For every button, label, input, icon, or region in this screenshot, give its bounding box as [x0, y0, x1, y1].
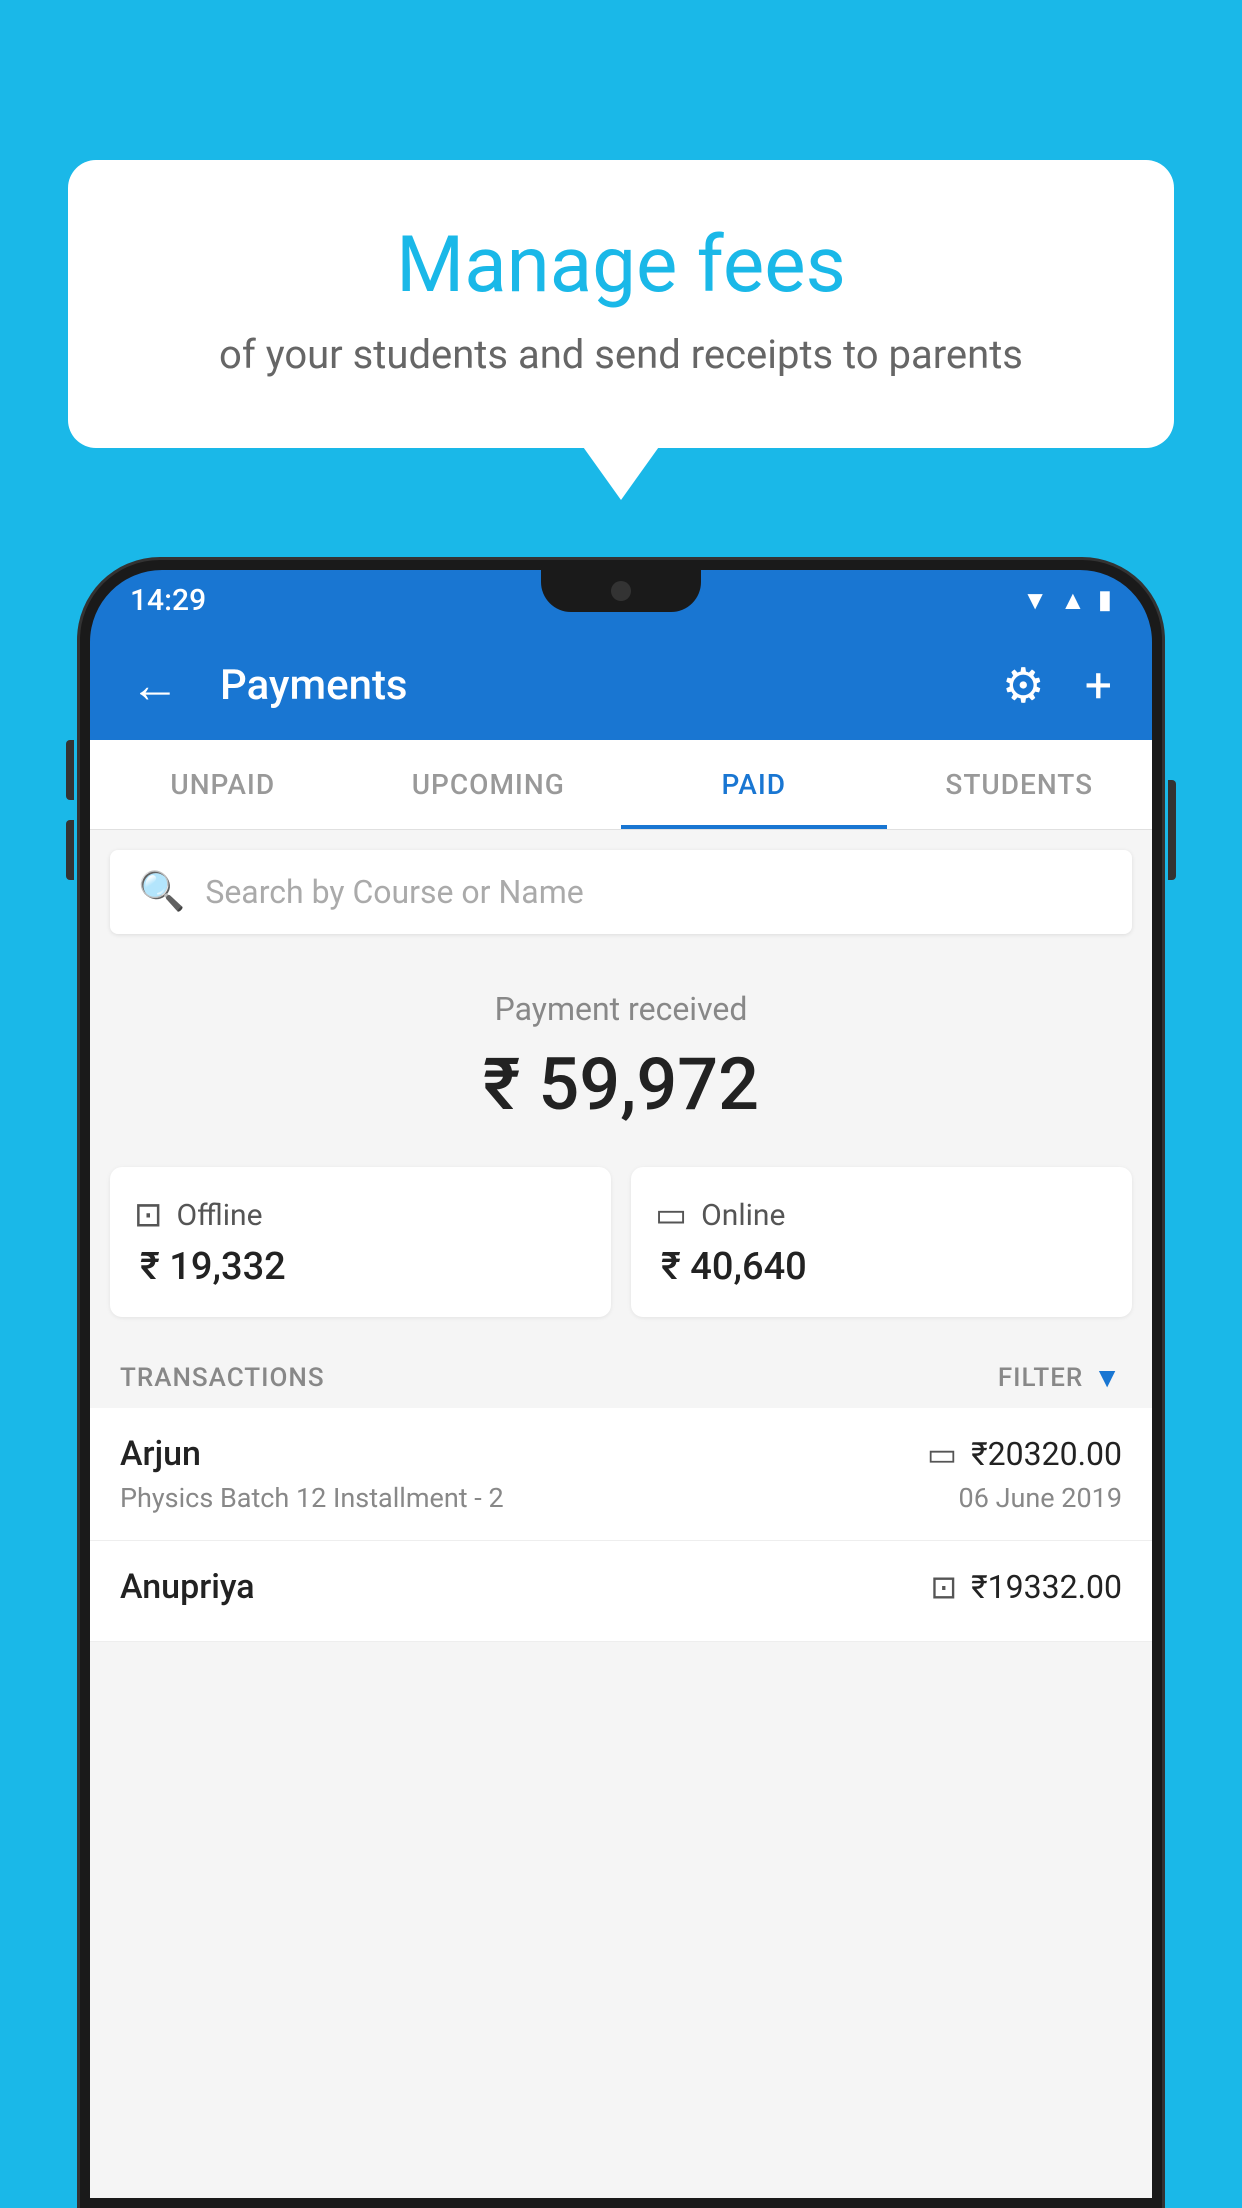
- app-bar-actions: ⚙ +: [992, 647, 1122, 724]
- search-placeholder: Search by Course or Name: [205, 873, 583, 911]
- online-card-header: ▭ Online: [655, 1195, 1108, 1235]
- front-camera: [611, 581, 631, 601]
- online-amount: ₹ 40,640: [655, 1245, 1108, 1289]
- bubble-title: Manage fees: [118, 220, 1124, 311]
- cash-payment-icon: ⊡: [930, 1568, 957, 1606]
- app-bar-title: Payments: [220, 661, 962, 710]
- tab-upcoming[interactable]: UPCOMING: [356, 740, 622, 829]
- settings-button[interactable]: ⚙: [992, 647, 1055, 724]
- power-button: [1168, 780, 1176, 880]
- filter-button[interactable]: FILTER ▼: [998, 1361, 1122, 1394]
- phone-frame: 14:29 ▼ ▲ ▮ ← Payments ⚙ + UNPAID UPCOMI…: [80, 560, 1162, 2208]
- transaction-bottom: Physics Batch 12 Installment - 2 06 June…: [120, 1482, 1122, 1514]
- payment-cards: ⊡ Offline ₹ 19,332 ▭ Online ₹ 40,640: [90, 1147, 1152, 1337]
- transaction-name: Arjun: [120, 1434, 201, 1474]
- phone-notch: [541, 570, 701, 612]
- back-button[interactable]: ←: [120, 646, 190, 725]
- offline-icon: ⊡: [134, 1195, 163, 1235]
- transaction-amount: ₹19332.00: [971, 1568, 1122, 1606]
- card-payment-icon: ▭: [927, 1435, 957, 1473]
- screen-content: 🔍 Search by Course or Name Payment recei…: [90, 830, 1152, 2198]
- online-card: ▭ Online ₹ 40,640: [631, 1167, 1132, 1317]
- offline-amount: ₹ 19,332: [134, 1245, 587, 1289]
- tab-paid[interactable]: PAID: [621, 740, 887, 829]
- online-icon: ▭: [655, 1195, 687, 1235]
- search-icon: 🔍: [138, 870, 185, 914]
- transaction-amount-wrap: ⊡ ₹19332.00: [930, 1568, 1122, 1606]
- volume-up-button: [66, 740, 74, 800]
- payment-amount: ₹ 59,972: [110, 1042, 1132, 1127]
- offline-label: Offline: [177, 1198, 263, 1233]
- battery-icon: ▮: [1098, 585, 1112, 615]
- transaction-top: Anupriya ⊡ ₹19332.00: [120, 1567, 1122, 1607]
- phone-screen: 14:29 ▼ ▲ ▮ ← Payments ⚙ + UNPAID UPCOMI…: [90, 570, 1152, 2198]
- tab-unpaid[interactable]: UNPAID: [90, 740, 356, 829]
- payment-section: Payment received ₹ 59,972: [90, 954, 1152, 1147]
- wifi-icon: ▼: [1022, 585, 1048, 616]
- filter-icon: ▼: [1093, 1361, 1122, 1394]
- transaction-amount: ₹20320.00: [971, 1435, 1122, 1473]
- transaction-name: Anupriya: [120, 1567, 255, 1607]
- add-button[interactable]: +: [1075, 647, 1122, 724]
- tab-students[interactable]: STUDENTS: [887, 740, 1153, 829]
- volume-down-button: [66, 820, 74, 880]
- status-icons: ▼ ▲ ▮: [1022, 585, 1112, 616]
- signal-icon: ▲: [1060, 585, 1086, 616]
- transactions-header: TRANSACTIONS FILTER ▼: [90, 1337, 1152, 1408]
- transactions-label: TRANSACTIONS: [120, 1363, 325, 1393]
- filter-label: FILTER: [998, 1363, 1083, 1393]
- transaction-top: Arjun ▭ ₹20320.00: [120, 1434, 1122, 1474]
- search-bar[interactable]: 🔍 Search by Course or Name: [110, 850, 1132, 934]
- offline-card: ⊡ Offline ₹ 19,332: [110, 1167, 611, 1317]
- tab-bar: UNPAID UPCOMING PAID STUDENTS: [90, 740, 1152, 830]
- offline-card-header: ⊡ Offline: [134, 1195, 587, 1235]
- transaction-detail: Physics Batch 12 Installment - 2: [120, 1482, 504, 1514]
- online-label: Online: [701, 1198, 785, 1233]
- transaction-row[interactable]: Arjun ▭ ₹20320.00 Physics Batch 12 Insta…: [90, 1408, 1152, 1541]
- transaction-date: 06 June 2019: [959, 1482, 1122, 1514]
- transaction-row[interactable]: Anupriya ⊡ ₹19332.00: [90, 1541, 1152, 1642]
- status-time: 14:29: [130, 583, 206, 618]
- payment-label: Payment received: [110, 990, 1132, 1028]
- app-bar: ← Payments ⚙ +: [90, 630, 1152, 740]
- bubble-subtitle: of your students and send receipts to pa…: [118, 331, 1124, 378]
- speech-bubble: Manage fees of your students and send re…: [68, 160, 1174, 448]
- transaction-amount-wrap: ▭ ₹20320.00: [927, 1435, 1122, 1473]
